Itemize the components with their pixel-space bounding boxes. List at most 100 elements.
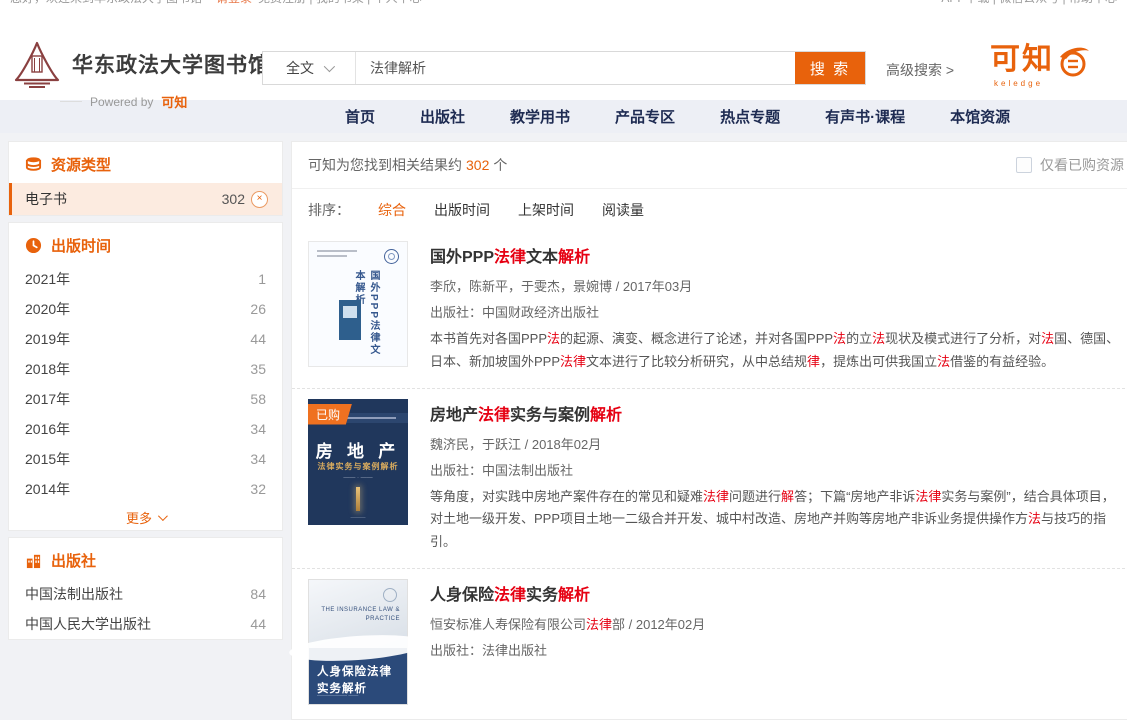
keledge-logo[interactable]: 可知 keledge — [990, 43, 1092, 88]
library-name: 华东政法大学图书馆 — [72, 49, 270, 79]
book-cover[interactable]: 已购 房 地 产 法律实务与案例解析 —— · —— ——— — [308, 399, 408, 525]
cover-wave — [289, 631, 428, 665]
facet-title: 出版社 — [51, 550, 96, 571]
facet-label: 2017年 — [25, 389, 70, 409]
facet-count: 44 — [250, 331, 266, 347]
topbar-welcome-text: 您好，欢迎来到华东政法大学图书馆 — [10, 0, 202, 5]
facet-resource-type: 资源类型 电子书 302 × — [8, 141, 283, 216]
sort-option-default[interactable]: 综合 — [378, 200, 406, 220]
facet-year-row[interactable]: 2014年 32 — [9, 474, 282, 504]
facet-year-row[interactable]: 2017年 58 — [9, 384, 282, 414]
facet-title: 出版时间 — [51, 235, 111, 256]
nav-item-library-resources[interactable]: 本馆资源 — [950, 106, 1010, 127]
facet-pub-time-header: 出版时间 — [9, 223, 282, 264]
topbar-links[interactable]: 免费注册 | 我的书架 | 个人中心 — [258, 0, 422, 5]
facet-year-row[interactable]: 2019年 44 — [9, 324, 282, 354]
powered-by-brand: 可知 — [161, 92, 187, 111]
keledge-logo-subtext: keledge — [990, 79, 1092, 88]
facet-label: 2021年 — [25, 269, 70, 289]
search-input[interactable] — [356, 52, 795, 84]
result-authors-date: 魏济民，于跃江 / 2018年02月 — [430, 434, 1124, 453]
result-item: 已购 房 地 产 法律实务与案例解析 —— · —— ——— 房地产法律实务与案… — [292, 389, 1127, 569]
facet-year-row[interactable]: 2021年 1 — [9, 264, 282, 294]
nav-item-home[interactable]: 首页 — [345, 106, 375, 127]
facet-publisher-row[interactable]: 中国人民大学出版社 44 — [9, 609, 282, 639]
topbar-login-link[interactable]: 请登录 — [216, 0, 252, 5]
facet-count: 34 — [250, 451, 266, 467]
results-panel: 可知为您找到相关结果约302个 仅看已购资源 排序： 综合 出版时间 上架时间 … — [291, 141, 1127, 720]
sort-option-pub-date[interactable]: 出版时间 — [434, 200, 490, 220]
search-scope-select[interactable]: 全文 — [263, 52, 356, 84]
search-button[interactable]: 搜 索 — [795, 52, 865, 84]
result-title[interactable]: 国外PPP法律文本解析 — [430, 243, 1124, 267]
facet-label: 电子书 — [25, 189, 67, 209]
facet-count: 1 — [258, 271, 266, 287]
facet-label: 2016年 — [25, 419, 70, 439]
facet-year-row[interactable]: 2016年 34 — [9, 414, 282, 444]
result-item: THE INSURANCE LAW & PRACTICE 人身保险法律 实务解析… — [292, 569, 1127, 719]
cover-author-lines — [317, 250, 357, 260]
facet-publisher-row[interactable]: 中国法制出版社 84 — [9, 579, 282, 609]
building-icon — [25, 552, 42, 569]
facet-resource-type-header: 资源类型 — [9, 142, 282, 183]
chevron-down-icon — [324, 61, 335, 72]
results-header: 可知为您找到相关结果约302个 仅看已购资源 — [292, 142, 1127, 189]
purchased-badge: 已购 — [308, 404, 352, 425]
only-purchased-label: 仅看已购资源 — [1040, 155, 1124, 175]
result-title[interactable]: 房地产法律实务与案例解析 — [430, 401, 1124, 425]
cover-title: 房 地 产 — [308, 437, 408, 462]
facet-item-ebook-selected[interactable]: 电子书 302 × — [9, 183, 282, 215]
summary-suffix: 个 — [493, 157, 507, 173]
search-scope-value: 全文 — [286, 58, 314, 78]
facet-count: 84 — [250, 586, 266, 602]
cover-image — [339, 300, 361, 340]
advanced-search-link[interactable]: 高级搜索 > — [886, 60, 954, 80]
result-authors-date: 恒安标准人寿保险有限公司法律部 / 2012年02月 — [430, 614, 1124, 633]
topbar-right-links[interactable]: APP下载 | 微信公众号 | 帮助中心 — [941, 0, 1117, 5]
database-icon — [25, 156, 42, 173]
result-item: 国外PPP法律文本解析 国外PPP法律文本解析 李欣，陈新平，于雯杰，景婉博 /… — [292, 231, 1127, 389]
search-box: 全文 搜 索 — [262, 51, 866, 85]
facet-label: 2019年 — [25, 329, 70, 349]
summary-count: 302 — [466, 157, 489, 173]
topbar-left: 您好，欢迎来到华东政法大学图书馆 请登录 免费注册 | 我的书架 | 个人中心 — [10, 0, 430, 9]
powered-by-text: Powered by — [90, 95, 153, 109]
nav-item-textbooks[interactable]: 教学用书 — [510, 106, 570, 127]
nav-item-audiobooks[interactable]: 有声书·课程 — [825, 106, 905, 127]
chevron-down-icon — [158, 511, 168, 521]
result-publisher: 出版社：中国法制出版社 — [430, 460, 1124, 479]
facet-label: 2020年 — [25, 299, 70, 319]
header: 华东政法大学图书馆 Powered by 可知 全文 搜 索 高级搜索 > 可知… — [0, 10, 1127, 100]
facet-count: 302 — [222, 191, 245, 207]
show-more-button[interactable]: 更多 — [9, 504, 282, 530]
facet-year-row[interactable]: 2020年 26 — [9, 294, 282, 324]
nav-item-product-zone[interactable]: 产品专区 — [615, 106, 675, 127]
book-cover[interactable]: 国外PPP法律文本解析 — [308, 241, 408, 367]
facet-label: 中国法制出版社 — [25, 584, 123, 604]
nav-item-hot-topics[interactable]: 热点专题 — [720, 106, 780, 127]
library-logo[interactable]: 华东政法大学图书馆 — [12, 40, 270, 88]
facet-year-row[interactable]: 2018年 35 — [9, 354, 282, 384]
only-purchased-toggle[interactable]: 仅看已购资源 — [1016, 155, 1124, 175]
book-cover[interactable]: THE INSURANCE LAW & PRACTICE 人身保险法律 实务解析… — [308, 579, 408, 705]
facet-label: 2014年 — [25, 479, 70, 499]
result-title[interactable]: 人身保险法律实务解析 — [430, 581, 1124, 605]
facet-count: 34 — [250, 421, 266, 437]
facet-count: 44 — [250, 616, 266, 632]
result-description: 等角度，对实践中房地产案件存在的常见和疑难法律问题进行解答；下篇“房地产非诉法律… — [430, 486, 1124, 554]
sort-option-reads[interactable]: 阅读量 — [602, 200, 644, 220]
nav-item-publishers[interactable]: 出版社 — [420, 106, 465, 127]
sort-option-shelf-date[interactable]: 上架时间 — [518, 200, 574, 220]
cover-author-lines: —— · —— — [308, 475, 408, 481]
facet-title: 资源类型 — [51, 154, 111, 175]
facet-year-row[interactable]: 2015年 34 — [9, 444, 282, 474]
cover-publisher-mark: ——— — [308, 515, 408, 521]
cover-bottom-panel: 人身保险法律 实务解析 —————— —— — [309, 648, 407, 704]
show-more-label: 更多 — [126, 508, 152, 527]
remove-filter-icon[interactable]: × — [251, 191, 268, 208]
facet-publisher-header: 出版社 — [9, 538, 282, 579]
topbar-right[interactable]: APP下载 | 微信公众号 | 帮助中心 — [941, 0, 1117, 9]
filter-sidebar: 资源类型 电子书 302 × 出版时间 2021年 1 — [8, 141, 283, 646]
sort-label: 排序： — [308, 200, 350, 220]
only-purchased-checkbox[interactable] — [1016, 157, 1032, 173]
